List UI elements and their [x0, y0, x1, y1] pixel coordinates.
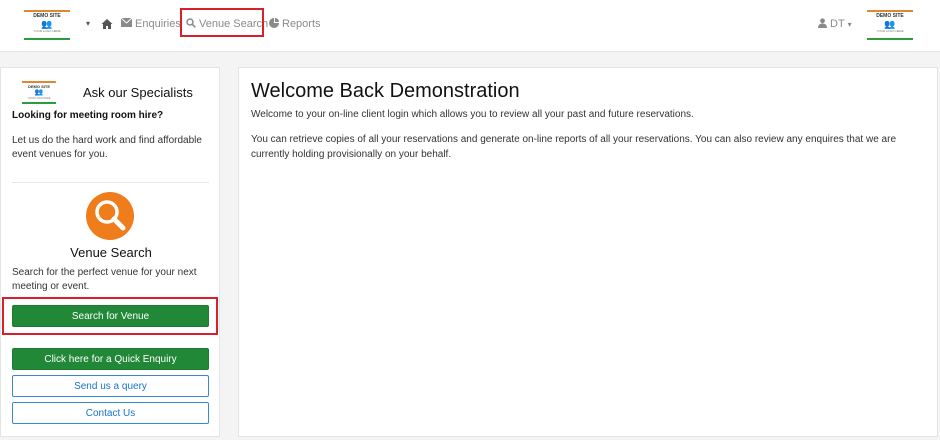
user-initials: DT — [830, 18, 845, 30]
venue-search-highlight-box — [180, 8, 264, 37]
intro-text: Let us do the hard work and find afforda… — [12, 135, 202, 160]
specialists-sidebar: DEMO SITE 👥 YOUR LOGO HERE Ask our Speci… — [0, 67, 220, 437]
nav-enquiries-label: Enquiries — [135, 18, 181, 30]
user-icon — [818, 17, 827, 31]
ask-specialists-heading: Ask our Specialists — [83, 85, 193, 100]
page-title: Welcome Back Demonstration — [251, 80, 520, 102]
magnifier-icon — [86, 192, 134, 240]
logo-subtitle: YOUR LOGO HERE — [27, 97, 51, 100]
send-query-button[interactable]: Send us a query — [12, 375, 209, 397]
logo-subtitle: YOUR LOGO HERE — [33, 29, 61, 33]
meeting-room-heading: Looking for meeting room hire? — [12, 110, 164, 121]
logo-people-icon: 👥 — [34, 89, 44, 96]
nav-enquiries[interactable]: Enquiries — [120, 16, 181, 32]
sidebar-divider — [12, 182, 209, 183]
sidebar-logo: DEMO SITE 👥 YOUR LOGO HERE — [22, 81, 56, 104]
quick-enquiry-button[interactable]: Click here for a Quick Enquiry — [12, 348, 209, 370]
logo-people-icon: 👥 — [884, 19, 896, 29]
user-menu-caret-icon: ▾ — [847, 19, 852, 29]
menu-dropdown-caret-icon[interactable]: ▾ — [86, 19, 90, 28]
nav-reports[interactable]: Reports — [269, 16, 321, 32]
top-navbar: DEMO SITE 👥 YOUR LOGO HERE ▾ Enquiries V… — [0, 0, 940, 52]
search-button-highlight-box — [2, 297, 218, 335]
venue-search-heading: Venue Search — [70, 245, 152, 260]
logo-subtitle: YOUR LOGO HERE — [876, 29, 904, 33]
retrieve-text: You can retrieve copies of all your rese… — [251, 134, 896, 160]
venue-search-description: Search for the perfect venue for your ne… — [12, 267, 197, 292]
home-icon[interactable] — [101, 17, 113, 29]
contact-us-button[interactable]: Contact Us — [12, 402, 209, 424]
nav-reports-label: Reports — [282, 18, 321, 30]
logo-people-icon: 👥 — [41, 19, 53, 29]
pie-chart-icon — [269, 17, 279, 31]
welcome-text: Welcome to your on-line client login whi… — [251, 109, 694, 120]
envelope-icon — [120, 17, 133, 30]
client-logo: DEMO SITE 👥 YOUR LOGO HERE — [867, 10, 913, 40]
user-menu[interactable]: DT ▾ — [818, 16, 852, 32]
site-logo[interactable]: DEMO SITE 👥 YOUR LOGO HERE — [24, 10, 70, 40]
welcome-panel: Welcome Back Demonstration Welcome to yo… — [238, 67, 938, 437]
